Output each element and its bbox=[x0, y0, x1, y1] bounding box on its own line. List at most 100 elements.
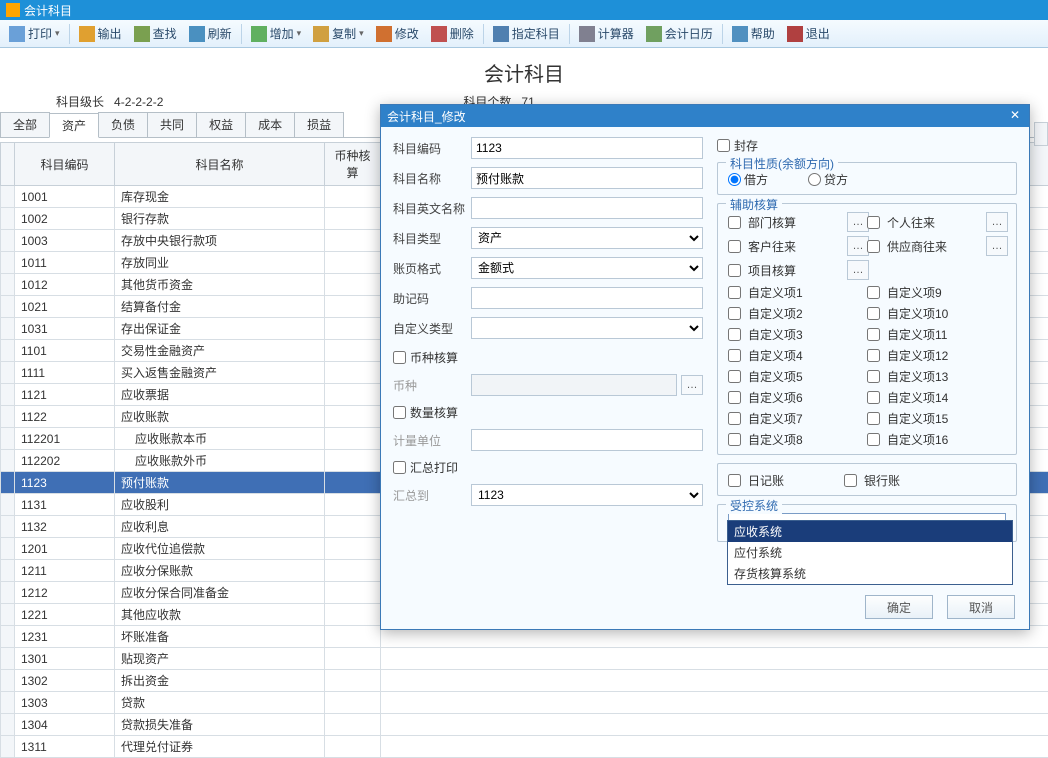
custom-item[interactable]: 自定义项16 bbox=[867, 431, 1006, 448]
exit-button[interactable]: 退出 bbox=[782, 23, 835, 44]
delete-button[interactable]: 删除 bbox=[426, 23, 479, 44]
table-row[interactable]: 1302 拆出资金 bbox=[1, 670, 1048, 692]
customtype-select[interactable] bbox=[471, 317, 703, 339]
help-button[interactable]: 帮助 bbox=[727, 23, 780, 44]
export-button[interactable]: 输出 bbox=[74, 23, 127, 44]
custom-item[interactable]: 自定义项2 bbox=[728, 305, 867, 322]
aux-proj[interactable]: 项目核算 bbox=[728, 262, 843, 279]
ename-input[interactable] bbox=[471, 197, 703, 219]
cell-name: 银行存款 bbox=[115, 208, 325, 230]
aux-person[interactable]: 个人往来 bbox=[867, 214, 982, 231]
tab-1[interactable]: 资产 bbox=[49, 113, 99, 138]
window-titlebar: 会计科目 bbox=[0, 0, 1048, 20]
custom-item[interactable]: 自定义项6 bbox=[728, 389, 867, 406]
table-row[interactable]: 1304 贷款损失准备 bbox=[1, 714, 1048, 736]
tab-6[interactable]: 损益 bbox=[294, 112, 344, 137]
tab-4[interactable]: 权益 bbox=[196, 112, 246, 137]
cell-currency bbox=[325, 582, 381, 604]
custom-item[interactable]: 自定义项3 bbox=[728, 326, 867, 343]
dialog-titlebar[interactable]: 会计科目_修改 ✕ bbox=[381, 105, 1029, 127]
name-input[interactable] bbox=[471, 167, 703, 189]
tab-5[interactable]: 成本 bbox=[245, 112, 295, 137]
cell-code: 1002 bbox=[15, 208, 115, 230]
cell-code: 1101 bbox=[15, 340, 115, 362]
custom-item[interactable]: 自定义项15 bbox=[867, 410, 1006, 427]
cancel-button[interactable]: 取消 bbox=[947, 595, 1015, 619]
custom-item[interactable]: 自定义项5 bbox=[728, 368, 867, 385]
cell-code: 1011 bbox=[15, 252, 115, 274]
table-row[interactable]: 1303 贷款 bbox=[1, 692, 1048, 714]
custom-item[interactable]: 自定义项11 bbox=[867, 326, 1006, 343]
custom-item[interactable]: 自定义项7 bbox=[728, 410, 867, 427]
label-pagefmt: 账页格式 bbox=[393, 260, 471, 277]
print-button[interactable]: 打印▾ bbox=[4, 23, 65, 44]
cell-name: 应收代位追偿款 bbox=[115, 538, 325, 560]
copy-button[interactable]: 复制▾ bbox=[308, 23, 369, 44]
cell-code: 1123 bbox=[15, 472, 115, 494]
custom-item[interactable]: 自定义项9 bbox=[867, 284, 1006, 301]
custom-item[interactable]: 自定义项1 bbox=[728, 284, 867, 301]
cell-code: 112202 bbox=[15, 450, 115, 472]
cell-name: 预付账款 bbox=[115, 472, 325, 494]
col-name[interactable]: 科目名称 bbox=[115, 143, 325, 186]
aux-proj-lookup[interactable]: … bbox=[847, 260, 869, 280]
aux-supplier[interactable]: 供应商往来 bbox=[867, 238, 982, 255]
aux-supplier-lookup[interactable]: … bbox=[986, 236, 1008, 256]
add-button[interactable]: 增加▾ bbox=[246, 23, 307, 44]
table-row[interactable]: 1311 代理兑付证券 bbox=[1, 736, 1048, 758]
custom-item[interactable]: 自定义项10 bbox=[867, 305, 1006, 322]
custom-item[interactable]: 自定义项14 bbox=[867, 389, 1006, 406]
code-input[interactable] bbox=[471, 137, 703, 159]
tab-3[interactable]: 共同 bbox=[147, 112, 197, 137]
qty-checkbox[interactable] bbox=[393, 406, 406, 419]
ctrl-system-dropdown[interactable]: 应收系统应付系统存货核算系统 bbox=[727, 520, 1013, 585]
aux-fieldset: 辅助核算 部门核算…个人往来…客户往来…供应商往来…项目核算…… 自定义项1自定… bbox=[717, 203, 1017, 455]
aux-cust[interactable]: 客户往来 bbox=[728, 238, 843, 255]
type-select[interactable]: 资产 bbox=[471, 227, 703, 249]
assign-button[interactable]: 指定科目 bbox=[488, 23, 565, 44]
tab-2[interactable]: 负债 bbox=[98, 112, 148, 137]
custom-item[interactable]: 自定义项8 bbox=[728, 431, 867, 448]
pagefmt-select[interactable]: 金额式 bbox=[471, 257, 703, 279]
custom-item[interactable]: 自定义项4 bbox=[728, 347, 867, 364]
cell-code: 1303 bbox=[15, 692, 115, 714]
edit-button[interactable]: 修改 bbox=[371, 23, 424, 44]
custom-item[interactable]: 自定义项12 bbox=[867, 347, 1006, 364]
currency-checkbox[interactable] bbox=[393, 351, 406, 364]
col-code[interactable]: 科目编码 bbox=[15, 143, 115, 186]
sum-checkbox[interactable] bbox=[393, 461, 406, 474]
radio-credit[interactable]: 贷方 bbox=[808, 171, 848, 188]
cell-code: 1122 bbox=[15, 406, 115, 428]
currency-lookup-button[interactable]: … bbox=[681, 375, 703, 395]
cell-currency bbox=[325, 692, 381, 714]
find-button[interactable]: 查找 bbox=[129, 23, 182, 44]
aux-cust-lookup[interactable]: … bbox=[847, 236, 869, 256]
mnemonic-input[interactable] bbox=[471, 287, 703, 309]
chevron-down-icon: ▾ bbox=[55, 28, 60, 39]
tab-0[interactable]: 全部 bbox=[0, 112, 50, 137]
cell-code: 1111 bbox=[15, 362, 115, 384]
aux-dept-lookup[interactable]: … bbox=[847, 212, 869, 232]
ctrl-option[interactable]: 应收系统 bbox=[728, 521, 1012, 542]
bank-checkbox[interactable]: 银行账 bbox=[844, 472, 900, 489]
calc-button[interactable]: 计算器 bbox=[574, 23, 639, 44]
seal-checkbox[interactable] bbox=[717, 139, 730, 152]
cell-name: 库存现金 bbox=[115, 186, 325, 208]
sumto-select[interactable]: 1123 bbox=[471, 484, 703, 506]
radio-debit[interactable]: 借方 bbox=[728, 171, 768, 188]
aux-person-lookup[interactable]: … bbox=[986, 212, 1008, 232]
custom-item[interactable]: 自定义项13 bbox=[867, 368, 1006, 385]
col-currency[interactable]: 币种核算 bbox=[325, 143, 381, 186]
cell-code: 112201 bbox=[15, 428, 115, 450]
calendar-button[interactable]: 会计日历 bbox=[641, 23, 718, 44]
refresh-button[interactable]: 刷新 bbox=[184, 23, 237, 44]
table-row[interactable]: 1301 贴现资产 bbox=[1, 648, 1048, 670]
assign-icon bbox=[493, 26, 509, 42]
unit-input[interactable] bbox=[471, 429, 703, 451]
aux-dept[interactable]: 部门核算 bbox=[728, 214, 843, 231]
journal-checkbox[interactable]: 日记账 bbox=[728, 472, 784, 489]
ctrl-option[interactable]: 应付系统 bbox=[728, 542, 1012, 563]
ok-button[interactable]: 确定 bbox=[865, 595, 933, 619]
ctrl-option[interactable]: 存货核算系统 bbox=[728, 563, 1012, 584]
close-icon[interactable]: ✕ bbox=[1007, 108, 1023, 124]
